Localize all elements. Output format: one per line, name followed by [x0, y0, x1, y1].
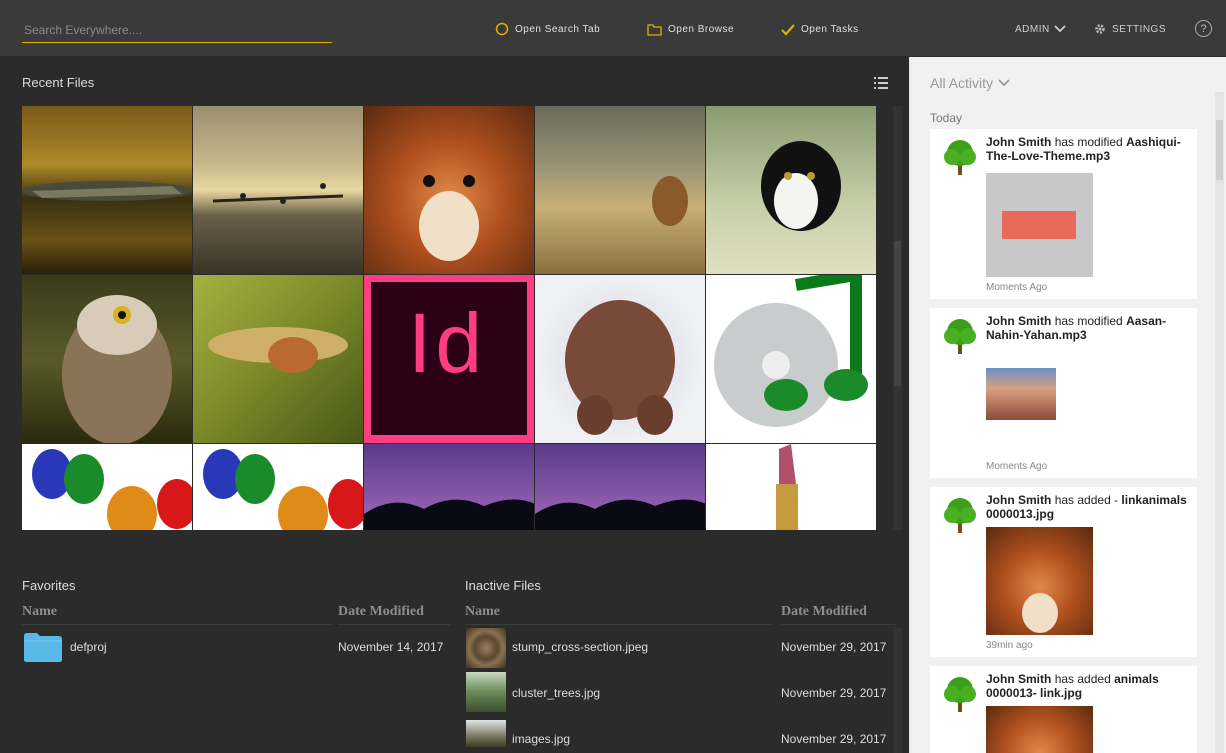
file-thumbnail — [466, 628, 506, 668]
activity-text: John Smith has modified Aasan-Nahin-Yaha… — [986, 314, 1167, 342]
file-tile-alligator[interactable] — [22, 106, 193, 275]
file-tile-birds-beach[interactable] — [193, 106, 364, 275]
search-box[interactable] — [22, 18, 332, 43]
admin-menu[interactable]: ADMIN — [1015, 21, 1066, 37]
file-tile-colored-glass-trees[interactable] — [22, 444, 193, 530]
inactive-files-title: Inactive Files — [465, 578, 541, 593]
file-thumbnail — [466, 720, 506, 747]
activity-item[interactable]: John Smith has added animals 0000013- li… — [930, 666, 1197, 753]
file-tile-dog-field[interactable] — [535, 106, 706, 275]
tree-avatar-icon — [944, 319, 976, 354]
file-tile-palm-sunset[interactable] — [535, 444, 706, 530]
file-tile-colored-glass-trees[interactable] — [193, 444, 364, 530]
recent-files-scrollbar[interactable] — [893, 106, 902, 530]
inactive-col-date[interactable]: Date Modified — [781, 604, 867, 620]
activity-preview[interactable] — [986, 173, 1093, 277]
file-tile-owl[interactable] — [22, 275, 193, 444]
search-input[interactable] — [22, 18, 332, 42]
list-view-icon[interactable] — [874, 77, 888, 89]
recent-files-grid: Id — [22, 106, 877, 530]
open-browse-label: Open Browse — [668, 23, 735, 35]
main-panel: Recent Files Id Favorites Name Date Modi… — [0, 57, 907, 753]
chevron-down-icon — [998, 79, 1010, 87]
top-bar: Open Search Tab Open Browse Open Tasks A… — [0, 0, 1226, 57]
file-tile-spiky-figure[interactable] — [535, 275, 706, 444]
activity-panel: All Activity Today John Smith has modifi… — [909, 57, 1226, 753]
file-thumbnail — [466, 672, 506, 712]
favorites-col-name[interactable]: Name — [22, 604, 57, 620]
file-tile-lipstick[interactable] — [706, 444, 877, 530]
activity-item[interactable]: John Smith has modified Aashiqui-The-Lov… — [930, 129, 1197, 299]
open-tasks-label: Open Tasks — [801, 23, 859, 35]
chevron-down-icon — [1054, 25, 1066, 33]
open-search-tab-button[interactable]: Open Search Tab — [495, 21, 600, 37]
activity-group-today: Today — [930, 111, 963, 125]
tree-avatar-icon — [944, 677, 976, 712]
favorite-date: November 14, 2017 — [338, 640, 444, 654]
activity-filter-dropdown[interactable]: All Activity — [930, 75, 1010, 91]
help-button[interactable]: ? — [1195, 20, 1212, 37]
file-tile-music-cd[interactable] — [706, 275, 877, 444]
file-tile-squirrel[interactable] — [364, 106, 535, 275]
favorites-title: Favorites — [22, 578, 76, 593]
gear-icon — [1095, 24, 1105, 34]
activity-text: John Smith has added - linkanimals 00000… — [986, 493, 1187, 521]
file-tile-palm-sunset[interactable] — [364, 444, 535, 530]
scrollbar-thumb[interactable] — [894, 241, 901, 386]
activity-item[interactable]: John Smith has modified Aasan-Nahin-Yaha… — [930, 308, 1197, 478]
tree-avatar-icon — [944, 140, 976, 175]
activity-text: John Smith has modified Aashiqui-The-Lov… — [986, 135, 1181, 163]
indesign-icon: Id — [408, 296, 487, 390]
file-tile-indesign[interactable]: Id — [364, 275, 535, 444]
activity-scrollbar[interactable] — [1215, 92, 1224, 753]
folder-icon — [647, 23, 662, 36]
activity-text: John Smith has added animals 0000013- li… — [986, 672, 1159, 700]
activity-preview[interactable] — [986, 706, 1093, 753]
inactive-col-name[interactable]: Name — [465, 604, 500, 620]
activity-item[interactable]: John Smith has added - linkanimals 00000… — [930, 487, 1197, 657]
check-icon — [781, 23, 795, 36]
inactive-file-date: November 29, 2017 — [781, 640, 887, 654]
activity-time: 39min ago — [986, 640, 1033, 651]
favorites-col-date[interactable]: Date Modified — [338, 604, 424, 620]
help-icon: ? — [1200, 22, 1207, 35]
open-search-tab-label: Open Search Tab — [515, 23, 601, 35]
activity-time: Moments Ago — [986, 461, 1048, 472]
settings-label: SETTINGS — [1112, 23, 1167, 35]
activity-preview[interactable] — [986, 352, 1093, 456]
settings-button[interactable]: SETTINGS — [1094, 21, 1166, 37]
activity-time: Moments Ago — [986, 282, 1048, 293]
file-tile-cat[interactable] — [706, 106, 877, 275]
admin-label: ADMIN — [1015, 23, 1050, 35]
inactive-file-date: November 29, 2017 — [781, 732, 887, 746]
favorite-name: defproj — [70, 640, 107, 654]
activity-preview[interactable] — [986, 527, 1093, 635]
open-tasks-button[interactable]: Open Tasks — [781, 21, 859, 37]
inactive-file-date: November 29, 2017 — [781, 686, 887, 700]
inactive-file-name: stump_cross-section.jpeg — [512, 640, 649, 654]
recent-files-title: Recent Files — [22, 75, 95, 90]
folder-icon — [24, 633, 62, 662]
inactive-file-name: images.jpg — [512, 732, 571, 746]
search-icon — [495, 22, 509, 36]
tree-avatar-icon — [944, 498, 976, 533]
inactive-file-name: cluster_trees.jpg — [512, 686, 601, 700]
inactive-scrollbar[interactable] — [893, 628, 902, 753]
file-tile-mouse-wheat[interactable] — [193, 275, 364, 444]
scrollbar-thumb[interactable] — [1216, 120, 1223, 180]
open-browse-button[interactable]: Open Browse — [647, 21, 734, 37]
activity-filter-label: All Activity — [930, 75, 994, 91]
